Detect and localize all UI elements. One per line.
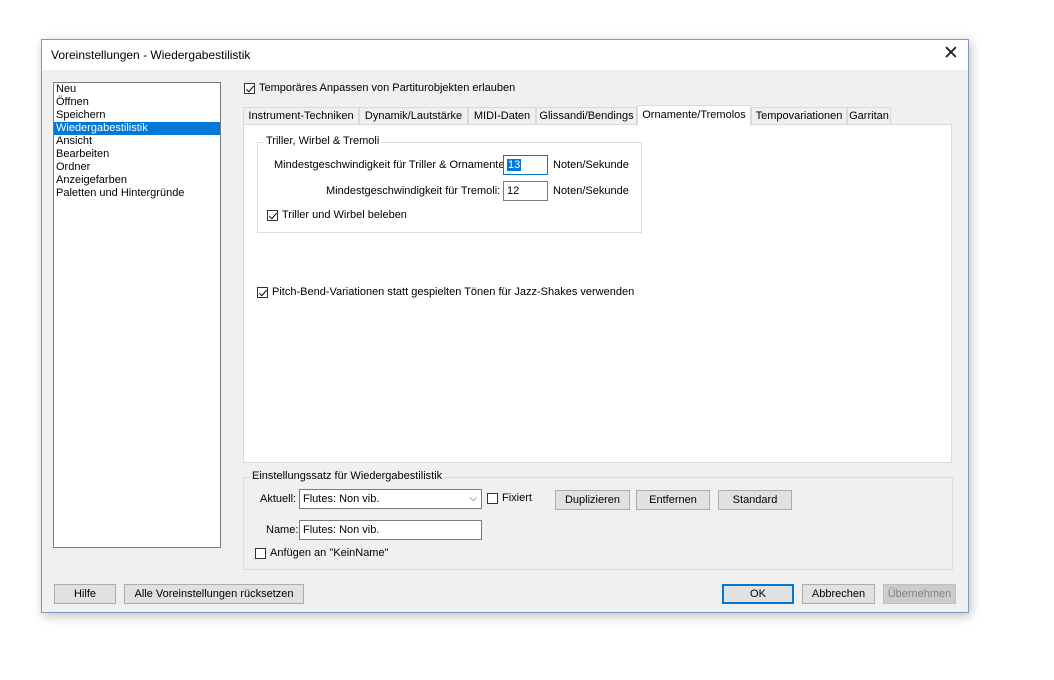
temporary-adjust-option[interactable]: Temporäres Anpassen von Partiturobjekten… bbox=[244, 82, 515, 94]
category-item-oeffnen[interactable]: Öffnen bbox=[54, 96, 220, 109]
tab-tempovariationen[interactable]: Tempovariationen bbox=[751, 107, 847, 125]
chevron-down-icon: ⌵ bbox=[469, 493, 477, 504]
temporary-adjust-label: Temporäres Anpassen von Partiturobjekten… bbox=[259, 82, 516, 94]
pitchbend-option[interactable]: Pitch-Bend-Variationen statt gespielten … bbox=[257, 286, 634, 298]
animate-trills-label: Triller und Wirbel beleben bbox=[282, 209, 407, 221]
preferences-dialog: Voreinstellungen - Wiedergabestilistik ✕… bbox=[41, 39, 969, 613]
append-label: Anfügen an "KeinName" bbox=[270, 547, 389, 559]
append-checkbox[interactable] bbox=[255, 547, 266, 559]
category-item-paletten[interactable]: Paletten und Hintergründe bbox=[54, 187, 220, 200]
tremolo-speed-label: Mindestgeschwindigkeit für Tremoli: bbox=[326, 185, 501, 197]
preset-name-label: Name: bbox=[266, 524, 299, 536]
tremolo-speed-input[interactable]: 12 bbox=[503, 181, 548, 201]
apply-button[interactable]: Übernehmen bbox=[883, 584, 956, 604]
pitchbend-label: Pitch-Bend-Variationen statt gespielten … bbox=[272, 286, 635, 298]
preset-name-input[interactable]: Flutes: Non vib. bbox=[299, 520, 482, 540]
reset-all-button[interactable]: Alle Voreinstellungen rücksetzen bbox=[124, 584, 304, 604]
preset-group-title: Einstellungssatz für Wiedergabestilistik bbox=[250, 470, 445, 482]
category-item-anzeigefarben[interactable]: Anzeigefarben bbox=[54, 174, 220, 187]
remove-button[interactable]: Entfernen bbox=[636, 490, 710, 510]
tab-dynamik-lautstaerke[interactable]: Dynamik/Lautstärke bbox=[359, 107, 468, 125]
category-item-ordner[interactable]: Ordner bbox=[54, 161, 220, 174]
title-bar: Voreinstellungen - Wiedergabestilistik ✕ bbox=[42, 40, 968, 70]
tab-glissandi-bendings[interactable]: Glissandi/Bendings bbox=[536, 107, 637, 125]
trill-speed-input[interactable]: 13 bbox=[503, 155, 548, 175]
temporary-adjust-checkbox[interactable] bbox=[244, 82, 255, 94]
ornaments-tab-panel: Triller, Wirbel & Tremoli Mindestgeschwi… bbox=[243, 124, 952, 463]
trill-speed-label: Mindestgeschwindigkeit für Triller & Orn… bbox=[274, 159, 508, 171]
fixed-option[interactable]: Fixiert bbox=[487, 492, 532, 504]
duplicate-button[interactable]: Duplizieren bbox=[555, 490, 630, 510]
tab-ornamente-tremolos[interactable]: Ornamente/Tremolos bbox=[637, 105, 751, 126]
category-item-neu[interactable]: Neu bbox=[54, 83, 220, 96]
category-item-wiedergabestilistik[interactable]: Wiedergabestilistik bbox=[54, 122, 220, 135]
append-option[interactable]: Anfügen an "KeinName" bbox=[255, 547, 389, 559]
current-preset-dropdown[interactable]: Flutes: Non vib. ⌵ bbox=[299, 489, 482, 509]
current-preset-label: Aktuell: bbox=[260, 493, 297, 505]
fixed-label: Fixiert bbox=[502, 492, 532, 504]
tab-garritan[interactable]: Garritan bbox=[847, 107, 891, 125]
trill-speed-unit: Noten/Sekunde bbox=[553, 159, 629, 171]
pitchbend-checkbox[interactable] bbox=[257, 286, 268, 298]
trill-tremolo-group: Triller, Wirbel & Tremoli Mindestgeschwi… bbox=[257, 135, 642, 233]
tab-instrument-techniken[interactable]: Instrument-Techniken bbox=[243, 107, 359, 125]
category-list[interactable]: Neu Öffnen Speichern Wiedergabestilistik… bbox=[53, 82, 221, 548]
close-icon[interactable]: ✕ bbox=[934, 40, 968, 70]
window-title: Voreinstellungen - Wiedergabestilistik bbox=[51, 48, 251, 62]
tab-midi-daten[interactable]: MIDI-Daten bbox=[468, 107, 536, 125]
current-preset-value: Flutes: Non vib. bbox=[303, 493, 380, 505]
tremolo-speed-unit: Noten/Sekunde bbox=[553, 185, 629, 197]
animate-trills-option[interactable]: Triller und Wirbel beleben bbox=[267, 209, 407, 221]
help-button[interactable]: Hilfe bbox=[54, 584, 116, 604]
fixed-checkbox[interactable] bbox=[487, 492, 498, 504]
category-item-bearbeiten[interactable]: Bearbeiten bbox=[54, 148, 220, 161]
category-item-speichern[interactable]: Speichern bbox=[54, 109, 220, 122]
animate-trills-checkbox[interactable] bbox=[267, 209, 278, 221]
trill-tremolo-group-title: Triller, Wirbel & Tremoli bbox=[264, 135, 382, 147]
ok-button[interactable]: OK bbox=[722, 584, 794, 604]
standard-button[interactable]: Standard bbox=[718, 490, 792, 510]
trill-speed-value: 13 bbox=[507, 159, 522, 171]
preset-group: Einstellungssatz für Wiedergabestilistik… bbox=[243, 470, 953, 570]
cancel-button[interactable]: Abbrechen bbox=[802, 584, 875, 604]
category-item-ansicht[interactable]: Ansicht bbox=[54, 135, 220, 148]
